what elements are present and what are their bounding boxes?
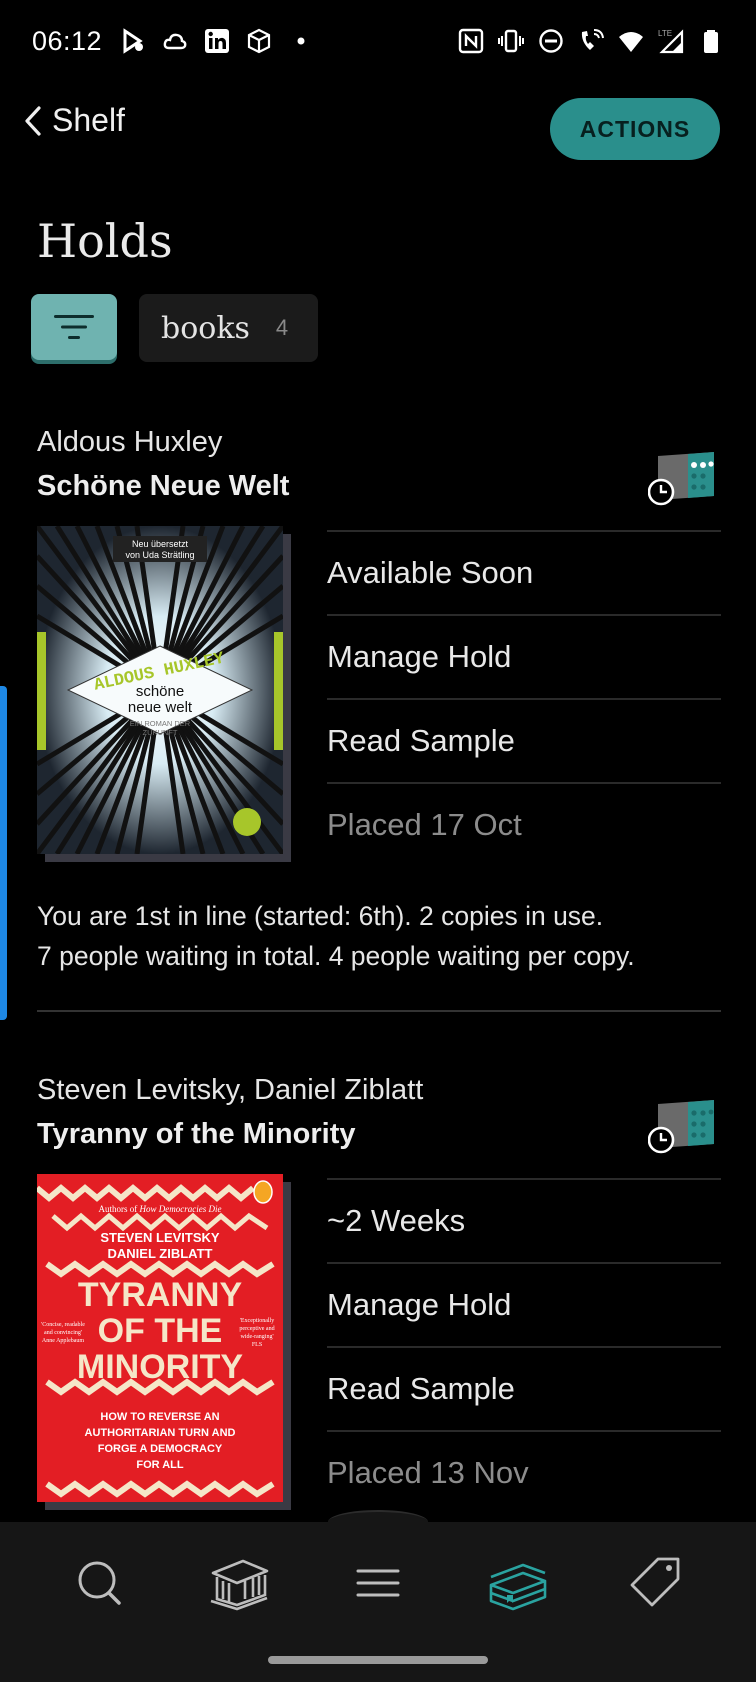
queue-info-line-2: 7 people waiting in total. 4 people wait… <box>37 941 635 971</box>
placed-date: Placed 17 Oct <box>327 782 721 866</box>
read-sample-button[interactable]: Read Sample <box>327 1346 721 1430</box>
queue-info-line-1: You are 1st in line (started: 6th). 2 co… <box>37 901 604 931</box>
lte-signal-icon: LTE <box>658 28 684 54</box>
hold-clock-icon <box>647 1100 714 1154</box>
cover-quote-right-4: FLS <box>252 1342 262 1348</box>
cover-quote-right-3: wide-ranging' <box>240 1334 273 1340</box>
actions-button[interactable]: ACTIONS <box>550 98 720 160</box>
svg-text:LTE: LTE <box>658 29 672 38</box>
publisher-logo-icon <box>233 808 261 836</box>
cover-sub-2: AUTHORITARIAN TURN AND <box>85 1427 236 1439</box>
hold-status-badge[interactable] <box>647 450 718 508</box>
cover-tagline: Authors of How Democracies Die <box>99 1204 222 1214</box>
filter-row: books 4 <box>31 294 319 362</box>
chevron-left-icon <box>25 105 41 136</box>
do-not-disturb-icon <box>538 28 564 54</box>
cover-quote-left-2: and convincing' <box>44 1330 82 1336</box>
availability-status[interactable]: Available Soon <box>327 530 721 614</box>
cover-subtitle-1: EIN ROMAN DER <box>130 719 191 728</box>
cover-quote-right-2: perceptive and <box>239 1326 274 1332</box>
cover-top-text-2: von Uda Strätling <box>125 550 194 560</box>
book-title: Schöne Neue Welt <box>37 470 290 502</box>
hold-clock-icon <box>647 452 714 506</box>
manage-hold-button[interactable]: Manage Hold <box>327 614 721 698</box>
cover-quote-right-1: 'Exceptionally <box>240 1318 274 1324</box>
menu-icon <box>356 1569 400 1597</box>
cover-sub-3: FORGE A DEMOCRACY <box>98 1443 223 1455</box>
cover-art-zigzag: Authors of How Democracies Die STEVEN LE… <box>37 1174 283 1502</box>
wifi-call-icon <box>578 28 604 54</box>
battery-icon <box>698 28 724 54</box>
cover-sub-1: HOW TO REVERSE AN <box>100 1411 219 1423</box>
manage-hold-button[interactable]: Manage Hold <box>327 1262 721 1346</box>
tag-icon <box>630 1557 680 1607</box>
read-sample-button[interactable]: Read Sample <box>327 698 721 782</box>
cube-icon <box>246 28 272 54</box>
hold-menu: ~2 Weeks Manage Hold Read Sample Placed … <box>327 1178 721 1514</box>
nav-tags-button[interactable] <box>611 1550 701 1616</box>
shelf-icon <box>489 1563 547 1611</box>
cover-title-2: neue welt <box>128 699 193 716</box>
wifi-icon <box>618 28 644 54</box>
filter-button[interactable] <box>31 294 117 360</box>
cover-subtitle-2: ZUKUNFT <box>143 728 178 737</box>
book-cover[interactable]: Neu übersetzt von Uda Strätling ALDOUS H… <box>37 526 283 854</box>
book-author: Steven Levitsky, Daniel Ziblatt <box>37 1074 424 1106</box>
placed-date: Placed 13 Nov <box>327 1430 721 1514</box>
top-nav: Shelf ACTIONS <box>0 96 756 162</box>
penguin-logo-icon <box>253 1180 273 1204</box>
filter-lines-icon <box>54 315 94 339</box>
book-cover[interactable]: Authors of How Democracies Die STEVEN LE… <box>37 1174 283 1502</box>
chip-count: 4 <box>275 315 289 340</box>
books-filter-chip[interactable]: books 4 <box>139 294 319 362</box>
cover-author-2: DANIEL ZIBLATT <box>108 1246 213 1261</box>
cover-title-1: schöne <box>136 683 184 700</box>
hold-menu: Available Soon Manage Hold Read Sample P… <box>327 530 721 866</box>
divider <box>37 1010 721 1012</box>
page-title: Holds <box>37 214 173 268</box>
bottom-navigation <box>0 1510 756 1682</box>
chip-label: books <box>161 310 250 346</box>
cover-sub-4: FOR ALL <box>136 1459 184 1471</box>
vibrate-icon <box>498 28 524 54</box>
cover-title-2: OF THE <box>98 1312 223 1350</box>
nav-library-button[interactable] <box>194 1550 284 1616</box>
linkedin-icon <box>204 28 230 54</box>
home-gesture-bar[interactable] <box>268 1656 488 1664</box>
cover-top-text-1: Neu übersetzt <box>132 539 189 549</box>
status-bar: 06:12 LTE <box>0 0 756 82</box>
back-button-label: Shelf <box>52 102 125 138</box>
nav-search-button[interactable] <box>55 1550 145 1616</box>
cover-title-3: MINORITY <box>77 1348 244 1386</box>
back-to-shelf-button[interactable]: Shelf <box>22 102 125 139</box>
media-play-icon <box>120 28 146 54</box>
status-time: 06:12 <box>32 25 103 56</box>
cover-author-1: STEVEN LEVITSKY <box>100 1230 220 1245</box>
search-icon <box>78 1561 121 1605</box>
cover-quote-left-1: 'Concise, readable <box>41 1322 85 1328</box>
cover-art-rays: Neu übersetzt von Uda Strätling ALDOUS H… <box>37 526 283 854</box>
availability-status[interactable]: ~2 Weeks <box>327 1178 721 1262</box>
notification-dot-icon <box>288 28 314 54</box>
cover-title-1: TYRANNY <box>78 1276 243 1314</box>
library-icon <box>210 1559 269 1611</box>
cover-quote-left-3: Anne Applebaum <box>42 1338 84 1344</box>
book-title: Tyranny of the Minority <box>37 1118 356 1150</box>
nav-shelf-button[interactable] <box>472 1550 562 1616</box>
edge-scroll-indicator <box>0 686 7 1020</box>
cloud-icon <box>162 28 188 54</box>
nav-menu-button[interactable] <box>333 1550 423 1616</box>
nfc-icon <box>458 28 484 54</box>
book-author: Aldous Huxley <box>37 426 223 458</box>
hold-status-badge[interactable] <box>647 1098 718 1156</box>
nav-notch <box>328 1510 428 1534</box>
